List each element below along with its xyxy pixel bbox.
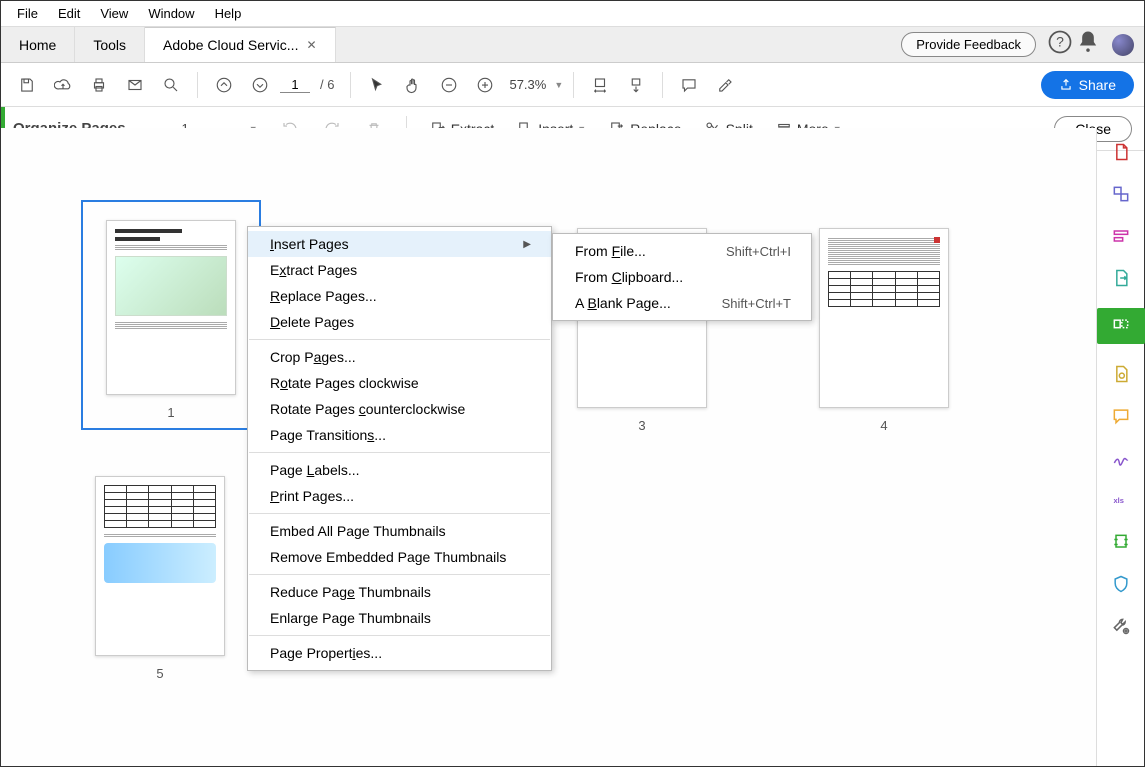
ctx-reduce[interactable]: Reduce Page Thumbnails bbox=[248, 579, 551, 605]
page-number-input[interactable] bbox=[280, 77, 310, 93]
rail-edit-icon[interactable] bbox=[1109, 224, 1133, 248]
zoom-caret-icon[interactable]: ▼ bbox=[554, 80, 563, 90]
zoom-value[interactable]: 57.3% bbox=[509, 77, 546, 92]
ctx-properties[interactable]: Page Properties... bbox=[248, 640, 551, 666]
ctx-label: nsert Pages bbox=[274, 236, 349, 252]
scroll-mode-icon[interactable] bbox=[620, 69, 652, 101]
rail-protect-icon[interactable] bbox=[1109, 572, 1133, 596]
tab-home[interactable]: Home bbox=[1, 27, 75, 62]
menu-edit[interactable]: Edit bbox=[48, 3, 90, 24]
main-toolbar: / 6 57.3% ▼ Share bbox=[1, 63, 1144, 107]
page-thumb-1[interactable]: 1 bbox=[81, 200, 261, 430]
svg-text:?: ? bbox=[1056, 34, 1064, 50]
page-number-label: 5 bbox=[156, 666, 163, 681]
rail-export-icon[interactable] bbox=[1109, 266, 1133, 290]
page-up-icon[interactable] bbox=[208, 69, 240, 101]
tab-tools[interactable]: Tools bbox=[75, 27, 145, 62]
menu-bar: File Edit View Window Help bbox=[1, 1, 1144, 27]
right-tool-rail: xls bbox=[1096, 128, 1144, 766]
ctx-transitions[interactable]: Page Transitions... bbox=[248, 422, 551, 448]
rail-combine-icon[interactable] bbox=[1109, 182, 1133, 206]
page-number-label: 3 bbox=[638, 418, 645, 433]
help-icon[interactable]: ? bbox=[1046, 28, 1074, 61]
zoom-out-icon[interactable] bbox=[433, 69, 465, 101]
print-icon[interactable] bbox=[83, 69, 115, 101]
pointer-icon[interactable] bbox=[361, 69, 393, 101]
ctx-extract-pages[interactable]: Extract Pages bbox=[248, 257, 551, 283]
ctx-crop-pages[interactable]: Crop Pages... bbox=[248, 344, 551, 370]
menu-window[interactable]: Window bbox=[138, 3, 204, 24]
ctx-remove-embed[interactable]: Remove Embedded Page Thumbnails bbox=[248, 544, 551, 570]
bell-icon[interactable] bbox=[1074, 28, 1102, 61]
page-thumb-5[interactable]: 5 bbox=[95, 476, 225, 681]
rail-xls-icon[interactable]: xls bbox=[1109, 488, 1133, 512]
zoom-in-icon[interactable] bbox=[469, 69, 501, 101]
page-down-icon[interactable] bbox=[244, 69, 276, 101]
sub-blank-page[interactable]: A Blank Page...Shift+Ctrl+T bbox=[553, 290, 811, 316]
rail-optimize-icon[interactable] bbox=[1109, 530, 1133, 554]
ctx-embed[interactable]: Embed All Page Thumbnails bbox=[248, 518, 551, 544]
hand-icon[interactable] bbox=[397, 69, 429, 101]
ctx-delete-pages[interactable]: Delete Pages bbox=[248, 309, 551, 335]
ctx-print[interactable]: Print Pages... bbox=[248, 483, 551, 509]
rail-more-tools-icon[interactable] bbox=[1109, 614, 1133, 638]
mail-icon[interactable] bbox=[119, 69, 151, 101]
page-number-label: 1 bbox=[167, 405, 174, 420]
ctx-rotate-cw[interactable]: Rotate Pages clockwise bbox=[248, 370, 551, 396]
share-button[interactable]: Share bbox=[1041, 71, 1134, 99]
save-icon[interactable] bbox=[11, 69, 43, 101]
rail-sign-icon[interactable] bbox=[1109, 446, 1133, 470]
menu-file[interactable]: File bbox=[7, 3, 48, 24]
fit-width-icon[interactable] bbox=[584, 69, 616, 101]
rail-chat-icon[interactable] bbox=[1109, 404, 1133, 428]
page-total-label: / 6 bbox=[320, 77, 334, 92]
avatar[interactable] bbox=[1112, 34, 1134, 56]
ctx-enlarge[interactable]: Enlarge Page Thumbnails bbox=[248, 605, 551, 631]
ctx-labels[interactable]: Page Labels... bbox=[248, 457, 551, 483]
ctx-rotate-ccw[interactable]: Rotate Pages counterclockwise bbox=[248, 396, 551, 422]
insert-submenu: From File...Shift+Ctrl+I From Clipboard.… bbox=[552, 233, 812, 321]
tab-document-label: Adobe Cloud Servic... bbox=[163, 37, 298, 53]
menu-view[interactable]: View bbox=[90, 3, 138, 24]
context-menu: Insert Pages▶ Extract Pages Replace Page… bbox=[247, 226, 552, 671]
share-label: Share bbox=[1079, 77, 1116, 93]
comment-icon[interactable] bbox=[673, 69, 705, 101]
ctx-insert-pages[interactable]: Insert Pages▶ bbox=[248, 231, 551, 257]
rail-comment-icon[interactable] bbox=[1109, 362, 1133, 386]
ctx-replace-pages[interactable]: Replace Pages... bbox=[248, 283, 551, 309]
tab-document[interactable]: Adobe Cloud Servic... ✕ bbox=[145, 27, 335, 62]
page-number-label: 4 bbox=[880, 418, 887, 433]
svg-text:xls: xls bbox=[1113, 496, 1123, 505]
sub-from-clipboard[interactable]: From Clipboard... bbox=[553, 264, 811, 290]
highlight-icon[interactable] bbox=[709, 69, 741, 101]
rail-organize-icon[interactable] bbox=[1097, 308, 1145, 344]
search-icon[interactable] bbox=[155, 69, 187, 101]
tab-row: Home Tools Adobe Cloud Servic... ✕ Provi… bbox=[1, 27, 1144, 63]
sub-from-file[interactable]: From File...Shift+Ctrl+I bbox=[553, 238, 811, 264]
cloud-upload-icon[interactable] bbox=[47, 69, 79, 101]
tab-close-icon[interactable]: ✕ bbox=[306, 38, 316, 52]
provide-feedback-button[interactable]: Provide Feedback bbox=[901, 32, 1036, 57]
page-thumb-4[interactable]: 4 bbox=[819, 228, 949, 433]
rail-create-pdf-icon[interactable] bbox=[1109, 140, 1133, 164]
menu-help[interactable]: Help bbox=[205, 3, 252, 24]
